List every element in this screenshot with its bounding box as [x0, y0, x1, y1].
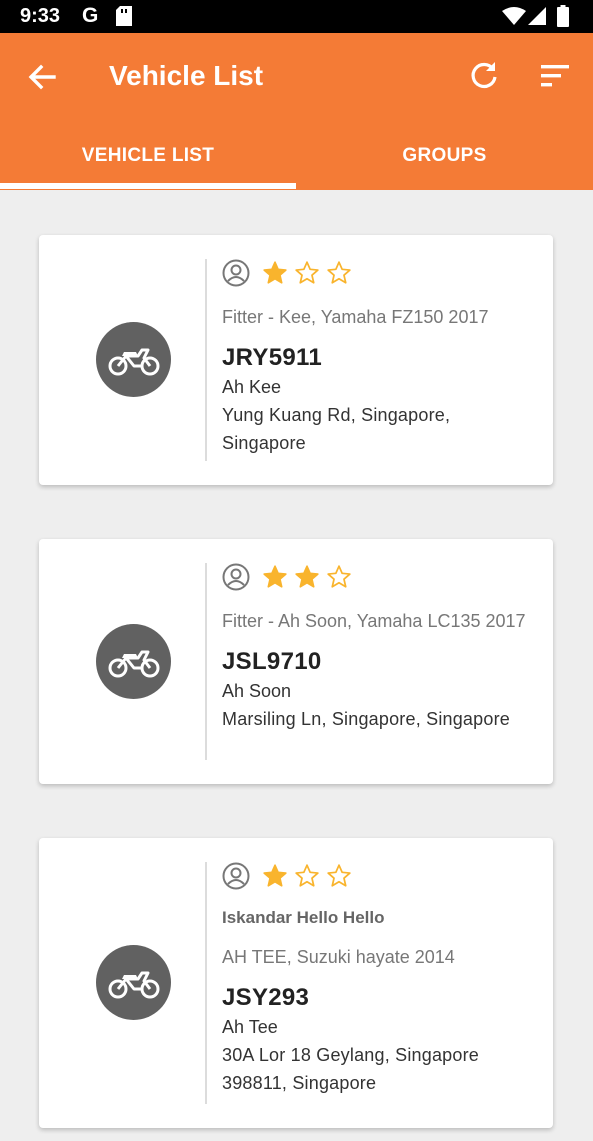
- vehicle-avatar: [96, 322, 171, 397]
- motorcycle-icon: [108, 971, 160, 999]
- vehicle-group: Iskandar Hello Hello: [222, 908, 385, 927]
- vehicle-owner: Ah Soon: [222, 681, 292, 701]
- vehicle-description: AH TEE, Suzuki hayate 2014: [222, 947, 455, 967]
- person-icon: [222, 862, 250, 890]
- wifi-icon: [502, 7, 526, 25]
- card-divider: [205, 862, 207, 1104]
- vehicle-card[interactable]: Iskandar Hello Hello AH TEE, Suzuki haya…: [39, 838, 553, 1128]
- vehicle-plate: JRY5911: [222, 344, 322, 371]
- motorcycle-icon: [108, 650, 160, 678]
- tab-groups[interactable]: GROUPS: [296, 136, 593, 190]
- sort-icon[interactable]: [538, 61, 572, 91]
- vehicle-plate: JSY293: [222, 984, 310, 1011]
- app-bar: Vehicle List VEHICLE LIST GROUPS: [0, 33, 593, 190]
- sd-card-icon: [116, 6, 132, 26]
- vehicle-address: Yung Kuang Rd, Singapore, Singapore: [222, 405, 451, 453]
- vehicle-plate: JSL9710: [222, 648, 322, 675]
- status-bar: 9:33 G: [0, 0, 593, 33]
- motorcycle-icon: [108, 348, 160, 376]
- vehicle-description: Fitter - Kee, Yamaha FZ150 2017: [222, 307, 489, 327]
- star-filled-icon: [263, 864, 287, 887]
- vehicle-address: 30A Lor 18 Geylang, Singapore 398811, Si…: [222, 1045, 479, 1093]
- vehicle-card[interactable]: Fitter - Kee, Yamaha FZ150 2017 JRY5911 …: [39, 235, 553, 485]
- star-empty-icon: [327, 261, 351, 284]
- battery-icon: [557, 5, 569, 27]
- person-icon: [222, 563, 250, 591]
- star-empty-icon: [327, 864, 351, 887]
- vehicle-address: Marsiling Ln, Singapore, Singapore: [222, 709, 510, 729]
- vehicle-card[interactable]: Fitter - Ah Soon, Yamaha LC135 2017 JSL9…: [39, 539, 553, 784]
- vehicle-owner: Ah Kee: [222, 377, 282, 397]
- vehicle-description: Fitter - Ah Soon, Yamaha LC135 2017: [222, 611, 526, 631]
- vehicle-avatar: [96, 624, 171, 699]
- star-empty-icon: [295, 261, 319, 284]
- vehicle-owner: Ah Tee: [222, 1017, 278, 1037]
- google-g-icon: G: [82, 4, 99, 27]
- refresh-icon[interactable]: [468, 59, 500, 91]
- card-divider: [205, 563, 207, 760]
- star-empty-icon: [327, 565, 351, 588]
- star-filled-icon: [295, 565, 319, 588]
- tab-vehicle-list[interactable]: VEHICLE LIST: [0, 136, 296, 190]
- status-time: 9:33: [20, 5, 61, 27]
- star-filled-icon: [263, 261, 287, 284]
- vehicle-avatar: [96, 945, 171, 1020]
- card-divider: [205, 259, 207, 461]
- star-empty-icon: [295, 864, 319, 887]
- back-arrow-icon[interactable]: [24, 59, 60, 95]
- star-filled-icon: [263, 565, 287, 588]
- person-icon: [222, 259, 250, 287]
- tab-indicator: [0, 183, 296, 189]
- page-title: Vehicle List: [109, 60, 264, 91]
- signal-icon: [528, 7, 546, 25]
